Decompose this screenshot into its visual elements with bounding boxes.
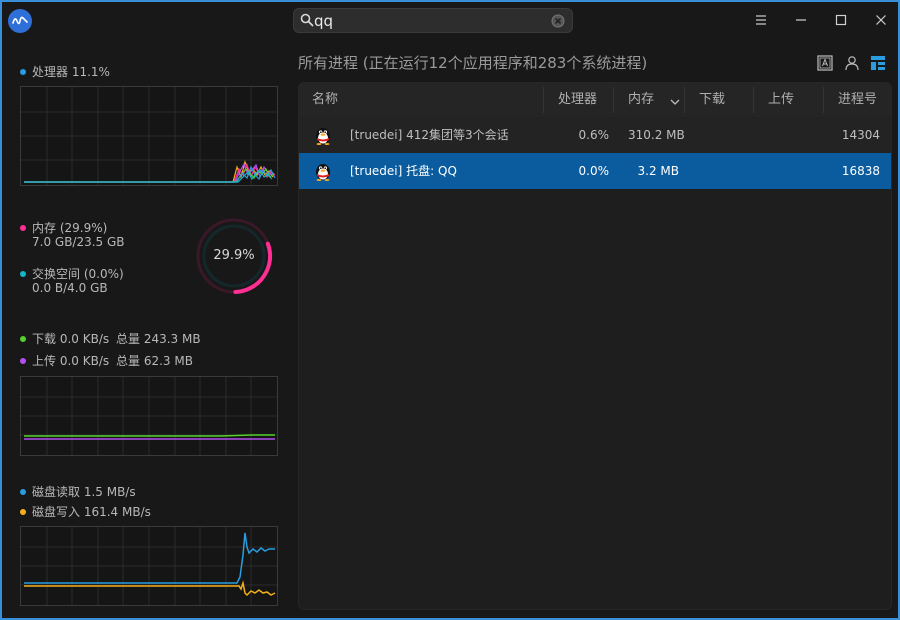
memory-ring: 29.9% <box>194 216 274 296</box>
column-divider[interactable] <box>684 87 685 113</box>
swap-detail: 0.0 B/4.0 GB <box>32 281 108 295</box>
search-input[interactable] <box>314 10 544 31</box>
network-graph <box>20 376 278 456</box>
disk-graph <box>20 526 278 606</box>
search-box[interactable] <box>293 8 573 33</box>
tree-view-icon[interactable] <box>869 54 887 72</box>
qq-penguin-icon <box>316 128 330 145</box>
search-icon <box>300 13 314 27</box>
resource-sidebar: 处理器 11.1% 内存 (29.9%) 7.0 GB/23.5 GB 交换空间… <box>2 40 292 618</box>
qq-penguin-icon <box>316 164 330 181</box>
memory-dot <box>20 224 26 231</box>
title-bar <box>2 2 898 40</box>
cpu-graph <box>20 86 278 186</box>
column-memory[interactable]: 内存 <box>628 83 654 117</box>
download-total: 总量 243.3 MB <box>116 332 201 346</box>
cpu-dot <box>20 68 26 75</box>
disk-write-label: 磁盘写入 161.4 MB/s <box>20 503 151 520</box>
swap-dot <box>20 270 26 277</box>
user-view-icon[interactable] <box>843 54 861 72</box>
table-header: 名称 处理器 内存 下载 上传 进程号 <box>299 83 891 117</box>
waveform-logo-icon <box>8 9 32 33</box>
upload-label: 上传 0.0 KB/s <box>20 352 109 369</box>
maximize-icon[interactable] <box>831 10 851 30</box>
table-row[interactable]: [truedei] 托盘: QQ 0.0% 3.2 MB 16838 <box>299 153 891 189</box>
column-divider[interactable] <box>753 87 754 113</box>
process-memory: 310.2 MB <box>628 128 685 142</box>
process-cpu: 0.0% <box>578 164 610 178</box>
process-name: [truedei] 412集团等3个会话 <box>350 128 509 142</box>
chevron-down-icon <box>670 95 680 109</box>
disk-read-dot <box>20 488 26 495</box>
process-memory: 3.2 MB <box>637 164 679 178</box>
process-name: [truedei] 托盘: QQ <box>350 164 457 178</box>
column-download[interactable]: 下载 <box>699 83 725 117</box>
column-divider[interactable] <box>543 87 544 113</box>
process-pid: 14304 <box>841 128 880 142</box>
column-name[interactable]: 名称 <box>312 83 338 117</box>
process-pid: 16838 <box>841 164 880 178</box>
process-heading: 所有进程 (正在运行12个应用程序和283个系统进程) <box>298 54 648 72</box>
system-monitor-window: 处理器 11.1% 内存 (29.9%) 7.0 GB/23.5 GB 交换空间… <box>0 0 900 620</box>
process-cpu: 0.6% <box>578 128 610 142</box>
column-divider[interactable] <box>613 87 614 113</box>
app-view-icon[interactable] <box>816 54 834 72</box>
disk-read-label: 磁盘读取 1.5 MB/s <box>20 483 136 500</box>
column-pid[interactable]: 进程号 <box>838 83 877 117</box>
cpu-label: 处理器 11.1% <box>20 63 110 80</box>
minimize-icon[interactable] <box>791 10 811 30</box>
memory-label: 内存 (29.9%) <box>20 219 107 236</box>
column-divider[interactable] <box>823 87 824 113</box>
upload-dot <box>20 357 26 364</box>
clear-icon[interactable] <box>551 14 565 28</box>
column-cpu[interactable]: 处理器 <box>558 83 597 117</box>
column-upload[interactable]: 上传 <box>768 83 794 117</box>
upload-total: 总量 62.3 MB <box>116 354 193 368</box>
memory-ring-value: 29.9% <box>213 248 255 263</box>
disk-write-dot <box>20 508 26 515</box>
swap-label: 交换空间 (0.0%) <box>20 265 124 282</box>
memory-detail: 7.0 GB/23.5 GB <box>32 235 125 249</box>
download-label: 下载 0.0 KB/s <box>20 330 109 347</box>
menu-icon[interactable] <box>751 10 771 30</box>
download-dot <box>20 335 26 342</box>
table-row[interactable]: [truedei] 412集团等3个会话 0.6% 310.2 MB 14304 <box>299 117 891 153</box>
process-table: 名称 处理器 内存 下载 上传 进程号 [truedei] 412集团等3个会话… <box>298 82 892 610</box>
close-icon[interactable] <box>871 10 891 30</box>
